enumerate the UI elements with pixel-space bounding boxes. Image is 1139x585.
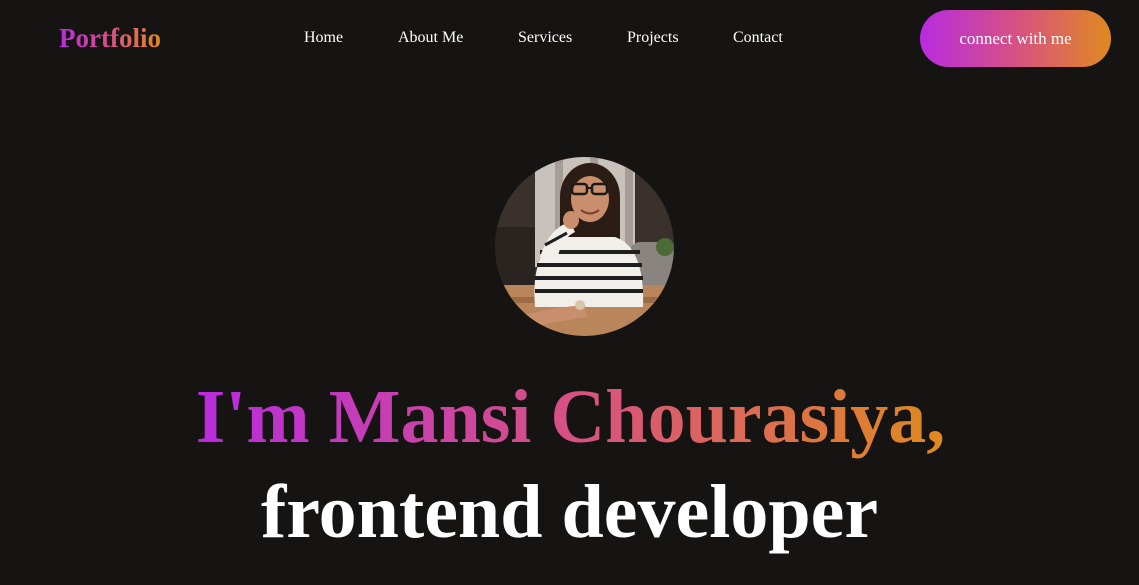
nav-link-projects[interactable]: Projects — [627, 28, 733, 48]
navbar: Portfolio Home About Me Services Project… — [0, 0, 1139, 78]
hero-section: I'm Mansi Chourasiya, frontend developer — [0, 78, 1139, 585]
hero-role: frontend developer — [260, 470, 879, 554]
nav-link-services[interactable]: Services — [518, 28, 627, 48]
nav-links: Home About Me Services Projects Contact — [304, 28, 793, 48]
nav-link-about[interactable]: About Me — [398, 28, 518, 48]
logo[interactable]: Portfolio — [59, 22, 161, 54]
hero-intro-text: I'm Mansi Chourasiya, — [195, 375, 946, 459]
nav-link-home[interactable]: Home — [304, 28, 398, 48]
hero-intro: I'm Mansi Chourasiya, — [0, 373, 1139, 461]
profile-photo-icon — [495, 157, 674, 336]
connect-with-me-button[interactable]: connect with me — [920, 10, 1111, 67]
profile-avatar — [495, 157, 674, 336]
nav-link-contact[interactable]: Contact — [733, 28, 793, 48]
